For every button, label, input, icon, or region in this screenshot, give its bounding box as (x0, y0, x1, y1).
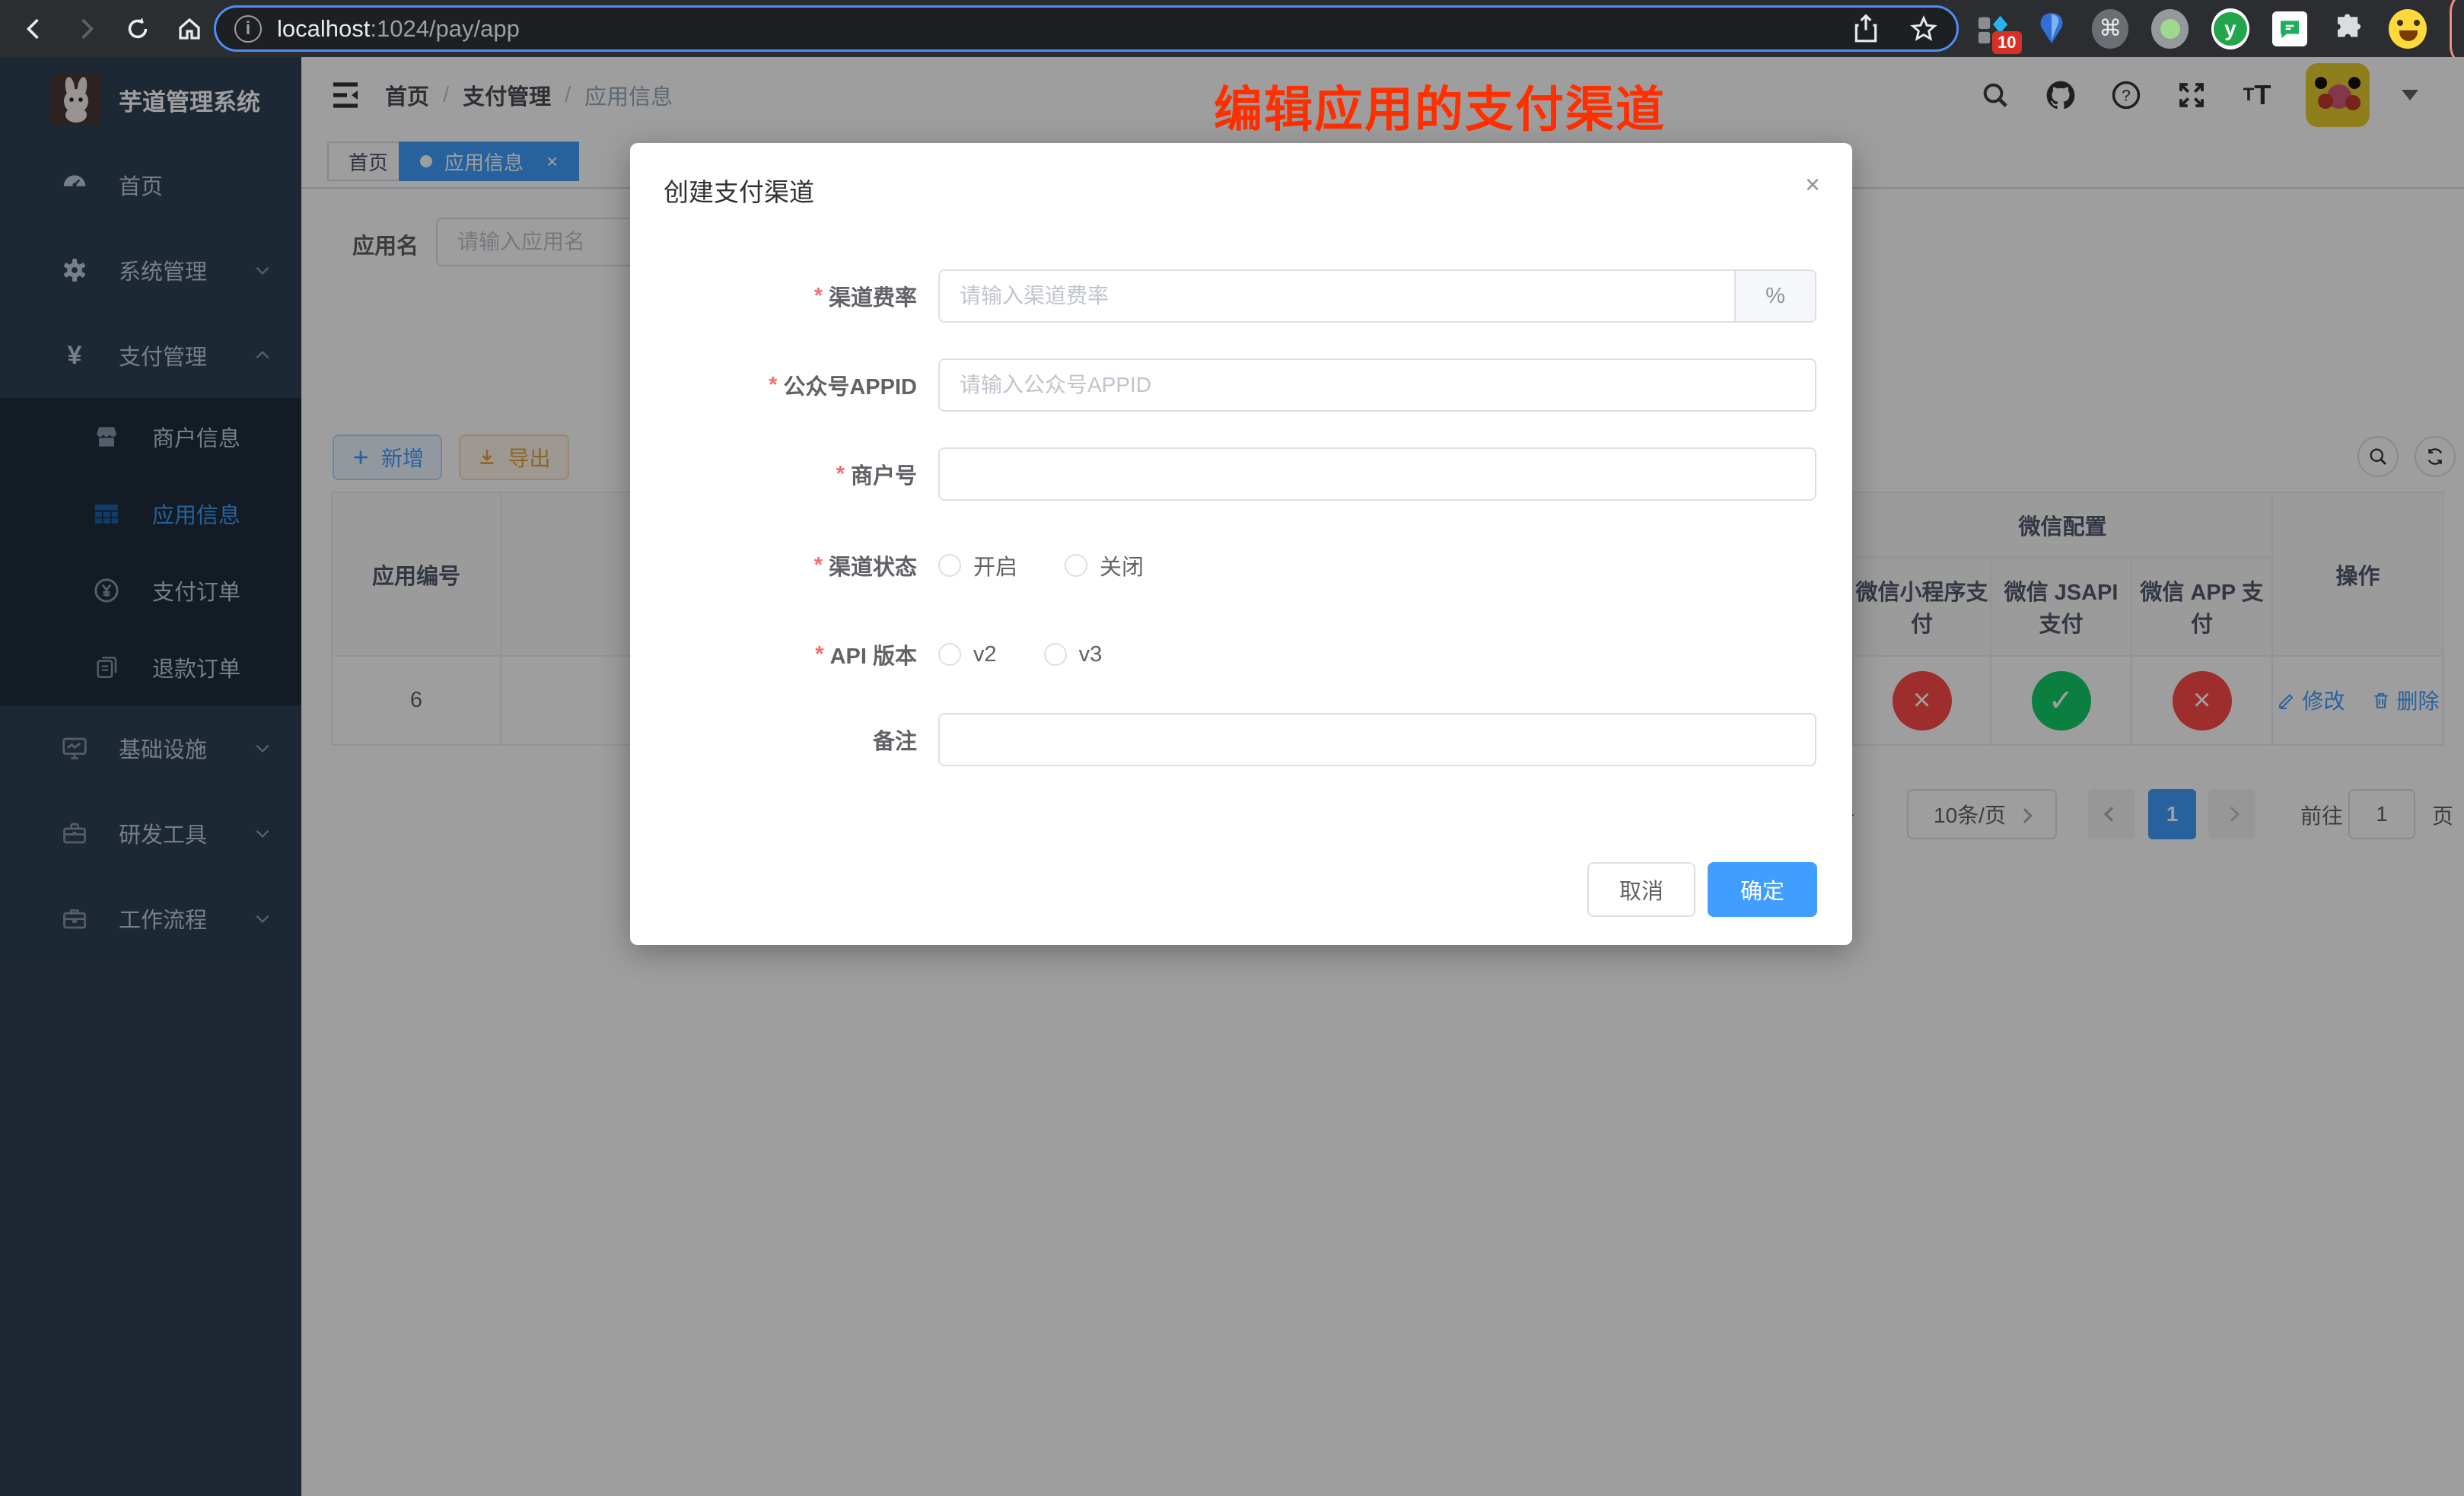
profile-avatar-icon[interactable] (2389, 10, 2427, 48)
radio-api-v3[interactable]: v3 (1044, 642, 1103, 667)
field-label: 备注 (873, 724, 917, 756)
radio-status-closed[interactable]: 关闭 (1065, 549, 1144, 581)
url-bar[interactable]: i localhost:1024/pay/app (214, 5, 1959, 52)
confirm-button[interactable]: 确定 (1708, 862, 1817, 917)
dialog-close-icon[interactable]: × (1805, 170, 1820, 200)
dialog-title: 创建支付渠道 (664, 172, 814, 208)
radio-circle-icon (938, 643, 961, 666)
fee-rate-input[interactable] (940, 271, 1734, 321)
form-row-api-version: * API 版本 v2 v3 (630, 629, 1852, 680)
share-icon[interactable] (1853, 14, 1879, 43)
browser-chrome: i localhost:1024/pay/app 10 ⌘ (0, 0, 2464, 57)
site-info-icon[interactable]: i (234, 15, 262, 43)
screen: i localhost:1024/pay/app 10 ⌘ (0, 0, 2464, 1496)
radio-api-v2[interactable]: v2 (938, 642, 997, 667)
field-label: 渠道费率 (829, 280, 917, 312)
form-row-fee-rate: *渠道费率 % (630, 269, 1852, 323)
required-mark: * (815, 642, 823, 667)
field-label: 公众号APPID (783, 369, 917, 401)
extensions-puzzle-icon[interactable] (2331, 10, 2367, 48)
required-mark: * (836, 462, 845, 487)
bookmark-star-icon[interactable] (1909, 14, 1938, 43)
dialog-footer: 取消 确定 (1587, 862, 1817, 917)
cancel-button[interactable]: 取消 (1587, 862, 1695, 917)
extension-balloon-icon[interactable] (2034, 10, 2070, 48)
form-row-appid: *公众号APPID (630, 358, 1852, 412)
remark-input[interactable] (938, 713, 1816, 766)
field-label: API 版本 (830, 638, 917, 670)
extension-y-icon[interactable]: y (2211, 8, 2249, 49)
radio-circle-icon (1044, 643, 1067, 666)
field-label: 商户号 (851, 458, 917, 490)
form-row-merchant-id: *商户号 (630, 447, 1852, 501)
extension-record-icon[interactable] (2151, 9, 2188, 49)
required-mark: * (814, 553, 823, 578)
create-channel-dialog: 创建支付渠道 × *渠道费率 % *公众号APPID *商户号 (630, 143, 1852, 945)
home-icon[interactable] (172, 11, 207, 46)
reload-icon[interactable] (120, 11, 155, 46)
appid-input[interactable] (938, 358, 1816, 412)
merchant-id-input[interactable] (938, 447, 1816, 501)
extension-command-icon[interactable]: ⌘ (2092, 9, 2128, 49)
url-text[interactable]: localhost:1024/pay/app (277, 15, 520, 43)
form-row-channel-status: *渠道状态 开启 关闭 (630, 540, 1852, 590)
radio-circle-icon (1065, 554, 1087, 577)
extension-kit-icon[interactable]: 10 (1975, 10, 2011, 48)
radio-circle-icon (938, 554, 961, 577)
required-mark: * (769, 373, 777, 398)
forward-icon[interactable] (68, 11, 103, 46)
percent-suffix: % (1734, 271, 1815, 321)
app-page: 芋道管理系统 首页 系统管理 ¥ 支付管理 (0, 57, 2464, 1496)
extension-chat-icon[interactable] (2272, 10, 2308, 48)
annotation-text: 编辑应用的支付渠道 (983, 71, 1896, 141)
back-icon[interactable] (17, 11, 52, 46)
form-row-remark: 备注 (630, 713, 1852, 766)
radio-status-open[interactable]: 开启 (938, 549, 1017, 581)
extension-badge: 10 (1992, 31, 2021, 54)
required-mark: * (814, 284, 823, 309)
field-label: 渠道状态 (829, 549, 917, 581)
